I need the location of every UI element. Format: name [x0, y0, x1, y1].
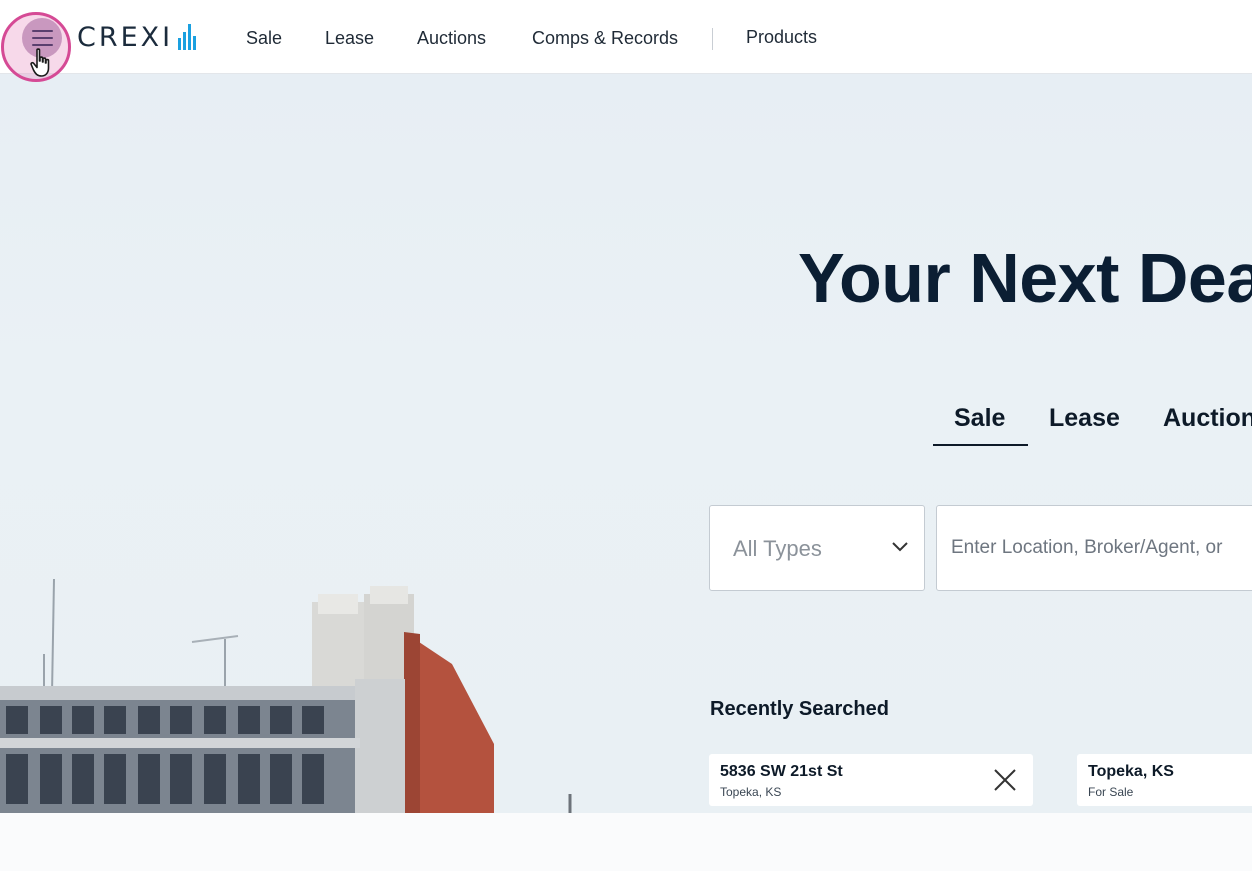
- logo-text: CREXI: [77, 21, 174, 53]
- recent-search-primary: Topeka, KS: [1088, 763, 1174, 780]
- active-tab-indicator: [933, 444, 1028, 446]
- property-type-value: All Types: [733, 536, 822, 561]
- nav-auctions[interactable]: Auctions: [417, 28, 486, 49]
- close-icon[interactable]: [993, 768, 1017, 792]
- hero-building-image: [0, 578, 572, 813]
- menu-icon-bar: [32, 37, 53, 39]
- recent-search-secondary: Topeka, KS: [720, 785, 782, 799]
- nav-divider: [712, 28, 713, 50]
- hand-cursor-icon: [30, 48, 50, 77]
- chevron-down-icon: [892, 542, 908, 552]
- nav-comps-records[interactable]: Comps & Records: [532, 28, 678, 49]
- nav-sale[interactable]: Sale: [246, 28, 282, 49]
- menu-icon: [32, 30, 53, 32]
- tab-auction[interactable]: Auction: [1163, 404, 1252, 433]
- recent-search-primary: 5836 SW 21st St: [720, 763, 843, 780]
- top-nav-bar: CREXI Sale Lease Auctions Comps & Record…: [0, 0, 1252, 82]
- hero-section: Your Next Dea Sale Lease Auction All Typ…: [0, 74, 1252, 813]
- nav-products[interactable]: Products: [746, 27, 817, 48]
- hero-title: Your Next Dea: [798, 239, 1252, 317]
- crexi-logo[interactable]: CREXI: [77, 20, 197, 54]
- recent-search-item[interactable]: 5836 SW 21st St Topeka, KS: [709, 754, 1033, 806]
- recent-search-item[interactable]: Topeka, KS For Sale: [1077, 754, 1252, 806]
- recently-searched-title: Recently Searched: [710, 698, 889, 720]
- property-type-select[interactable]: All Types: [709, 505, 925, 591]
- page-bottom-area: [0, 813, 1252, 871]
- tab-sale[interactable]: Sale: [954, 404, 1005, 433]
- tab-lease[interactable]: Lease: [1049, 404, 1120, 433]
- nav-lease[interactable]: Lease: [325, 28, 374, 49]
- recent-search-secondary: For Sale: [1088, 785, 1134, 799]
- menu-icon-bar: [32, 44, 53, 46]
- location-search-input[interactable]: [936, 505, 1252, 591]
- logo-bars-icon: [178, 24, 197, 50]
